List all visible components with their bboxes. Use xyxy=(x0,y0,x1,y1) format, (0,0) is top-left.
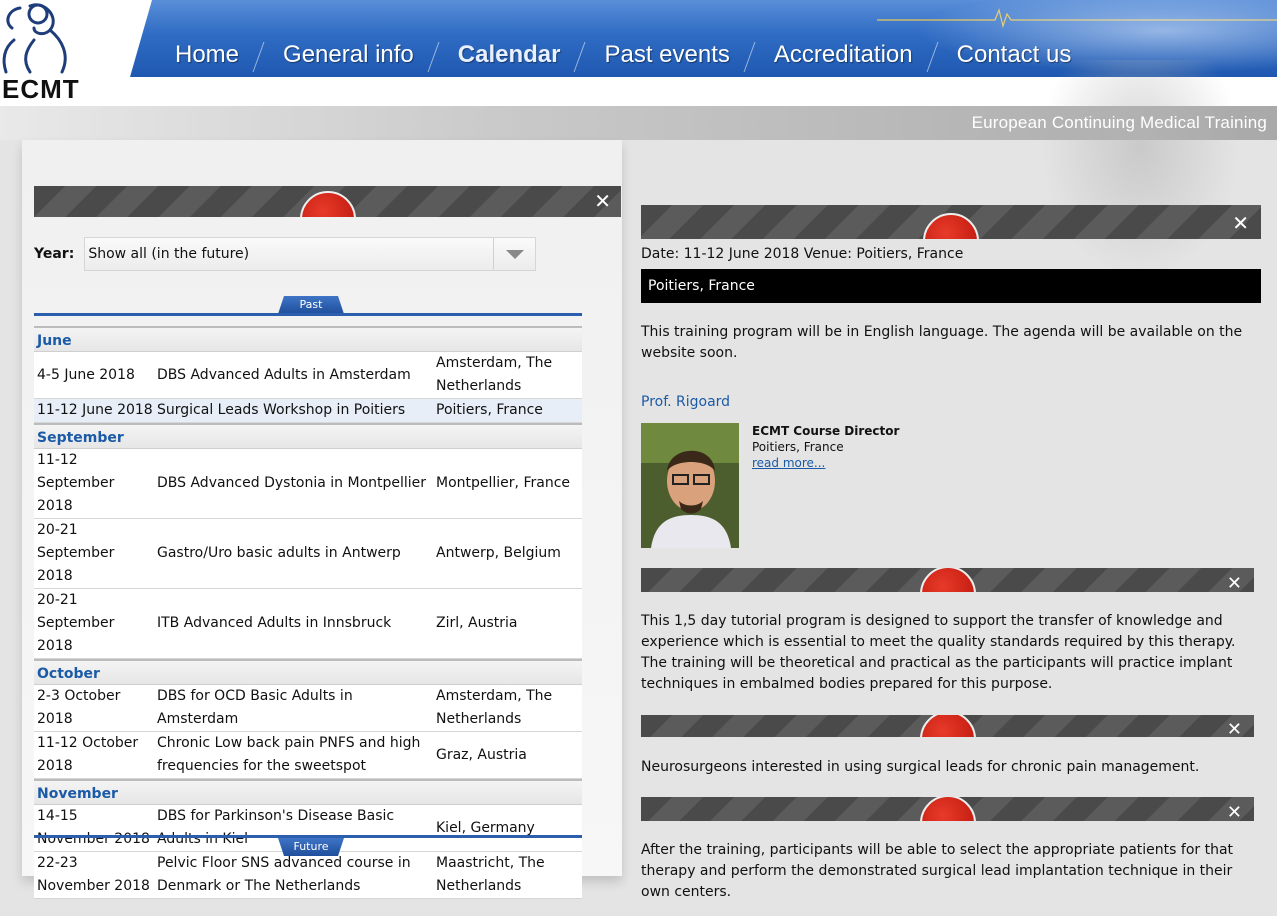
panel-dome-icon xyxy=(919,568,976,592)
year-select[interactable]: Show all (in the future) xyxy=(84,237,537,271)
date-venue: Date: 11-12 June 2018 Venue: Poitiers, F… xyxy=(641,246,964,262)
event-location: Maastricht, The Netherlands xyxy=(436,855,545,894)
ecg-line-icon xyxy=(877,8,1277,28)
nav-calendar[interactable]: Calendar xyxy=(433,38,580,72)
logo-text: ECMT xyxy=(2,74,80,104)
event-date: 11-12 June 2018 xyxy=(37,402,153,418)
close-icon[interactable]: ✕ xyxy=(1232,211,1249,235)
director-title: ECMT Course Director xyxy=(752,424,900,438)
close-icon[interactable]: ✕ xyxy=(1227,572,1242,592)
dropdown-arrow-icon[interactable] xyxy=(493,238,535,270)
nav-general-info[interactable]: General info xyxy=(258,38,433,72)
nav-accreditation[interactable]: Accreditation xyxy=(749,38,932,72)
event-row[interactable]: 2-3 October 2018 DBS for OCD Basic Adults… xyxy=(34,685,582,732)
year-label: Year: xyxy=(34,246,75,262)
panel-dome-icon xyxy=(923,213,979,239)
audience-header: ✕ xyxy=(641,715,1254,737)
event-date: 11-12 October 2018 xyxy=(37,735,139,774)
calendar-panel-header: ✕ xyxy=(34,186,621,217)
calendar-panel: ✕ Year: Show all (in the future) Past Ju… xyxy=(22,140,622,899)
event-date: 11-12 September 2018 xyxy=(37,452,115,514)
outcome-text: After the training, participants will be… xyxy=(641,842,1234,900)
event-location: Montpellier, France xyxy=(436,475,570,491)
event-title: Surgical Leads Workshop in Poitiers xyxy=(157,402,406,418)
event-title: Gastro/Uro basic adults in Antwerp xyxy=(157,545,401,561)
event-date: 22-23 November 2018 xyxy=(37,855,150,894)
event-date: 20-21 September 2018 xyxy=(37,592,115,654)
panel-dome-icon xyxy=(919,715,976,737)
event-date: 4-5 June 2018 xyxy=(37,366,135,383)
event-row[interactable]: 22-23 November 2018 Pelvic Floor SNS adva… xyxy=(34,852,582,899)
event-location: Amsterdam, The Netherlands xyxy=(436,688,553,727)
event-row[interactable]: 11-12 October 2018 Chronic Low back pain … xyxy=(34,732,582,779)
event-location: Antwerp, Belgium xyxy=(436,545,561,561)
year-select-value: Show all (in the future) xyxy=(88,246,250,262)
event-date: 14-15 November 2018 xyxy=(37,808,150,847)
event-date: 20-21 September 2018 xyxy=(37,522,115,584)
event-row[interactable]: 11-12 September 2018 DBS Advanced Dystoni… xyxy=(34,449,582,519)
tagline: European Continuing Medical Training xyxy=(971,113,1267,132)
director-location: Poitiers, France xyxy=(752,440,844,454)
description-header: ✕ xyxy=(641,568,1254,592)
event-title: Pelvic Floor SNS advanced course in Denm… xyxy=(157,855,411,894)
event-title: DBS Advanced Dystonia in Montpellier xyxy=(157,475,427,491)
event-row[interactable]: 20-21 September 2018 Gastro/Uro basic adu… xyxy=(34,519,582,589)
director-photo xyxy=(641,423,739,548)
month-header: September xyxy=(34,423,582,449)
audience-text: Neurosurgeons interested in using surgic… xyxy=(641,759,1200,775)
event-location: Graz, Austria xyxy=(436,746,527,763)
panel-dome-icon xyxy=(299,191,356,217)
close-icon[interactable]: ✕ xyxy=(594,189,611,213)
director-info: ECMT Course Director Poitiers, France re… xyxy=(752,423,899,471)
month-header: June xyxy=(34,326,582,352)
close-icon[interactable]: ✕ xyxy=(1227,801,1242,821)
event-row[interactable]: 4-5 June 2018 DBS Advanced Adults in Amst… xyxy=(34,352,582,399)
month-header: November xyxy=(34,779,582,805)
description-text: This 1,5 day tutorial program is designe… xyxy=(641,613,1236,692)
main-nav: Home General info Calendar Past events A… xyxy=(150,38,1090,72)
place-bar: Poitiers, France xyxy=(641,269,1261,303)
event-title: Chronic Low back pain PNFS and high freq… xyxy=(157,735,421,774)
event-date: 2-3 October 2018 xyxy=(37,688,121,727)
read-more-link[interactable]: read more... xyxy=(752,456,825,470)
nav-past-events[interactable]: Past events xyxy=(579,38,748,72)
event-title: DBS for OCD Basic Adults in Amsterdam xyxy=(157,688,353,727)
past-button[interactable]: Past xyxy=(278,296,344,314)
logo-figure-icon xyxy=(2,3,67,74)
future-button[interactable]: Future xyxy=(278,838,344,856)
divider-top xyxy=(34,313,582,316)
event-location: Amsterdam, The Netherlands xyxy=(436,355,553,394)
event-row[interactable]: 11-12 June 2018 Surgical Leads Workshop i… xyxy=(34,399,582,423)
event-location: Poitiers, France xyxy=(436,402,543,418)
event-title: ITB Advanced Adults in Innsbruck xyxy=(157,615,392,631)
detail-header: ✕ xyxy=(641,205,1261,239)
month-header: October xyxy=(34,659,582,685)
ecmt-logo[interactable]: ECMT xyxy=(0,0,140,106)
event-location: Zirl, Austria xyxy=(436,615,518,631)
intro-text: This training program will be in English… xyxy=(641,324,1243,361)
divider-bottom xyxy=(34,835,582,838)
events-table: June 4-5 June 2018 DBS Advanced Adults in … xyxy=(34,326,582,899)
close-icon[interactable]: ✕ xyxy=(1227,718,1242,737)
event-title: DBS Advanced Adults in Amsterdam xyxy=(157,366,411,383)
director-name[interactable]: Prof. Rigoard xyxy=(641,394,730,410)
year-filter: Year: Show all (in the future) xyxy=(34,237,537,271)
event-row[interactable]: 20-21 September 2018 ITB Advanced Adults … xyxy=(34,589,582,659)
nav-home[interactable]: Home xyxy=(150,38,258,72)
director-portrait-icon xyxy=(641,423,739,548)
panel-dome-icon xyxy=(919,797,976,821)
outcome-header: ✕ xyxy=(641,797,1254,821)
